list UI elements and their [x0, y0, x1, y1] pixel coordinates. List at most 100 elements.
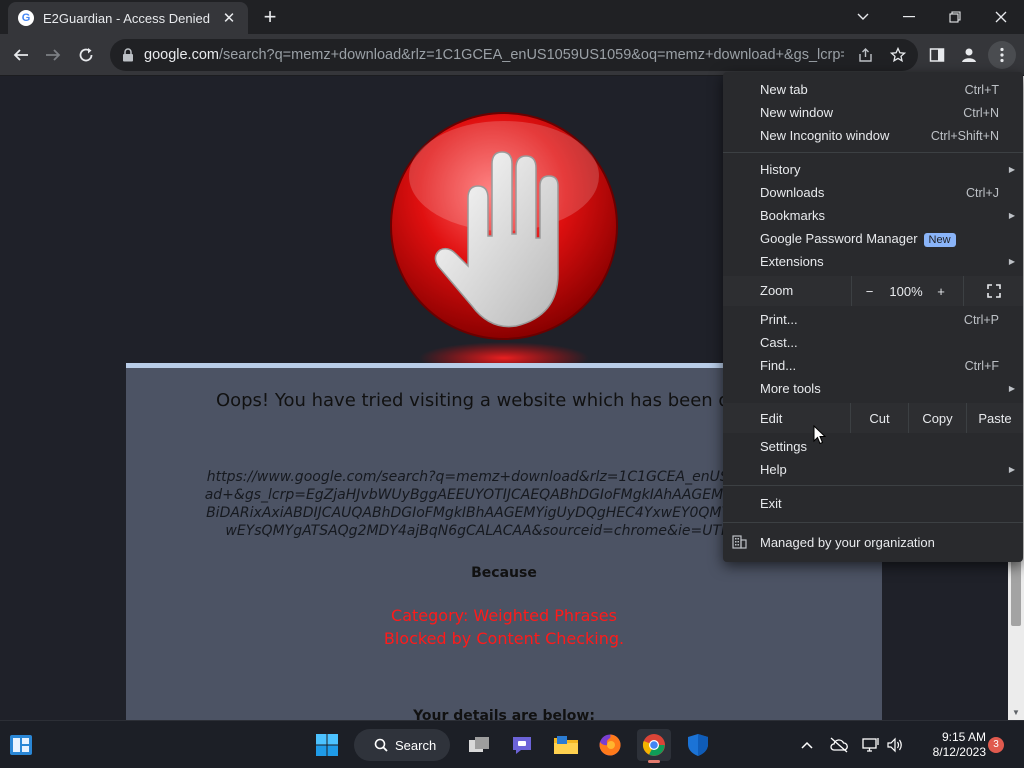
chrome-taskbar-button[interactable] — [637, 729, 671, 763]
menu-item-label: Settings — [760, 439, 807, 454]
file-explorer-button[interactable] — [549, 729, 583, 761]
menu-item-new-incognito-window[interactable]: New Incognito window Ctrl+Shift+N — [723, 124, 1023, 147]
menu-item-label: Help — [760, 462, 787, 477]
back-button[interactable] — [8, 42, 34, 68]
menu-item-print[interactable]: Print... Ctrl+P — [723, 308, 1023, 331]
taskbar-clock[interactable]: 9:15 AM 8/12/2023 — [912, 730, 986, 760]
forward-button[interactable] — [40, 42, 66, 68]
chrome-main-menu: New tab Ctrl+T New window Ctrl+N New Incog… — [723, 72, 1023, 562]
profile-button[interactable] — [956, 42, 982, 68]
zoom-row: Zoom − 100% + — [723, 276, 1023, 306]
details-heading: Your details are below: — [413, 708, 595, 720]
windows-taskbar: Search 9:15 AM 8/12/2023 3 — [0, 720, 1024, 768]
menu-item-bookmarks[interactable]: Bookmarks ▶ — [723, 204, 1023, 227]
menu-item-shortcut: Ctrl+P — [963, 312, 999, 327]
clock-date: 8/12/2023 — [932, 745, 986, 759]
mouse-cursor-icon — [813, 425, 827, 445]
notification-badge[interactable]: 3 — [988, 737, 1004, 753]
share-icon — [859, 48, 872, 62]
google-favicon-icon: G — [18, 10, 34, 26]
menu-item-label: More tools — [760, 381, 821, 396]
menu-item-label: Extensions — [760, 254, 824, 269]
menu-item-new-window[interactable]: New window Ctrl+N — [723, 101, 1023, 124]
profile-avatar-icon — [962, 48, 976, 62]
side-panel-button[interactable] — [924, 42, 950, 68]
menu-item-label: Downloads — [760, 185, 825, 200]
cloud-status-button[interactable] — [826, 729, 852, 761]
star-icon — [890, 47, 906, 63]
menu-item-label: Cast... — [760, 335, 798, 350]
volume-button[interactable] — [882, 729, 908, 761]
menu-item-shortcut: Ctrl+J — [966, 185, 999, 200]
widgets-button[interactable] — [4, 729, 38, 761]
menu-item-shortcut: Ctrl+N — [963, 105, 999, 120]
side-panel-icon — [929, 48, 945, 62]
menu-item-settings[interactable]: Settings — [723, 435, 1023, 458]
tab-search-chevron-icon[interactable] — [840, 0, 886, 34]
bookmark-star-button[interactable] — [885, 42, 911, 68]
minimize-button[interactable] — [886, 0, 932, 34]
address-bar[interactable]: google.com/search?q=memz+download&rlz=1C… — [110, 39, 918, 71]
reload-icon — [79, 48, 93, 62]
menu-item-shortcut: Ctrl+Shift+N — [930, 128, 999, 143]
tab-close-icon[interactable]: ✕ — [220, 9, 238, 27]
task-view-icon — [469, 737, 489, 752]
menu-item-extensions[interactable]: Extensions ▶ — [723, 250, 1023, 273]
reload-button[interactable] — [73, 42, 99, 68]
menu-item-cast[interactable]: Cast... — [723, 331, 1023, 354]
network-button[interactable] — [858, 729, 884, 761]
tray-overflow-button[interactable] — [794, 729, 820, 761]
chrome-icon — [642, 734, 665, 756]
block-method: Blocked by Content Checking. — [383, 629, 625, 648]
copy-button[interactable]: Copy — [908, 403, 966, 433]
scroll-down-arrow-icon[interactable]: ▼ — [1008, 706, 1024, 720]
menu-item-shortcut: Ctrl+F — [964, 358, 999, 373]
taskbar-search[interactable]: Search — [354, 729, 450, 761]
url-host: google.com — [144, 47, 219, 63]
building-icon — [732, 535, 747, 549]
restore-button[interactable] — [932, 0, 978, 34]
menu-item-label: Find... — [760, 358, 797, 373]
start-button[interactable] — [310, 729, 344, 761]
menu-item-help[interactable]: Help ▶ — [723, 458, 1023, 481]
managed-label: Managed by your organization — [760, 534, 935, 550]
menu-separator — [723, 485, 1023, 486]
security-button[interactable] — [681, 729, 715, 761]
share-button[interactable] — [853, 42, 879, 68]
url-text: google.com/search?q=memz+download&rlz=1C… — [144, 47, 844, 63]
menu-item-new-tab[interactable]: New tab Ctrl+T — [723, 78, 1023, 101]
managed-by-organization[interactable]: Managed by your organization — [723, 527, 1023, 557]
menu-separator — [723, 522, 1023, 523]
chrome-menu-button[interactable] — [988, 41, 1016, 69]
lock-icon[interactable] — [122, 48, 134, 62]
windows-logo-icon — [316, 734, 338, 756]
menu-item-label: History — [760, 162, 801, 177]
password-manager-label: Google Password Manager — [760, 231, 918, 246]
firefox-button[interactable] — [593, 729, 627, 761]
menu-item-exit[interactable]: Exit — [723, 492, 1023, 515]
menu-item-label: Google Password Manager New — [760, 231, 956, 247]
submenu-arrow-icon: ▶ — [1008, 257, 1015, 266]
zoom-label: Zoom — [760, 283, 794, 298]
menu-item-more-tools[interactable]: More tools ▶ — [723, 377, 1023, 400]
menu-item-password-manager[interactable]: Google Password Manager New — [723, 227, 1023, 250]
browser-tab-active[interactable]: G E2Guardian - Access Denied ✕ — [8, 2, 248, 34]
new-tab-button[interactable]: + — [258, 6, 282, 28]
speaker-icon — [887, 737, 902, 753]
new-badge: New — [923, 233, 956, 247]
cloud-off-icon — [830, 737, 848, 753]
fullscreen-button[interactable] — [963, 276, 1023, 306]
menu-item-history[interactable]: History ▶ — [723, 158, 1023, 181]
fullscreen-icon — [986, 284, 1001, 298]
menu-item-find[interactable]: Find... Ctrl+F — [723, 354, 1023, 377]
paste-button[interactable]: Paste — [966, 403, 1023, 433]
zoom-in-button[interactable]: + — [925, 276, 957, 306]
teams-chat-button[interactable] — [505, 729, 539, 761]
menu-item-downloads[interactable]: Downloads Ctrl+J — [723, 181, 1023, 204]
cut-button[interactable]: Cut — [850, 403, 908, 433]
close-window-button[interactable] — [978, 0, 1024, 34]
task-view-button[interactable] — [462, 729, 496, 761]
zoom-out-button[interactable]: − — [851, 276, 887, 306]
network-icon — [862, 738, 879, 752]
tab-strip: G E2Guardian - Access Denied ✕ + — [0, 0, 1024, 34]
